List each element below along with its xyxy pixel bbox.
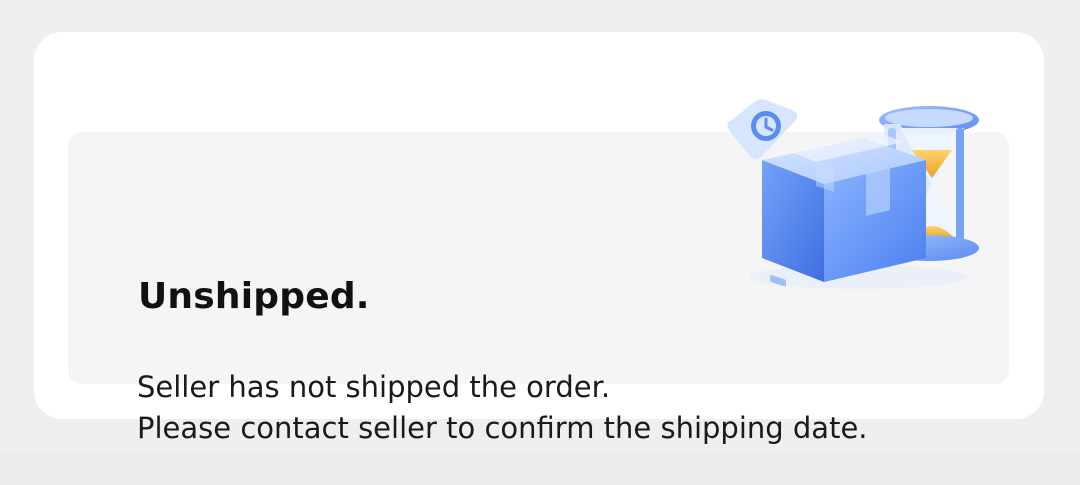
clock-icon [727,99,798,159]
package-box-icon [762,134,926,287]
unshipped-illustration [727,99,979,289]
status-message: Seller has not shipped the order. Please… [137,367,868,449]
page-bottom-band [0,452,1080,485]
status-title: Unshipped. [138,276,370,317]
status-message-line-1: Seller has not shipped the order. [137,370,611,404]
status-message-line-2: Please contact seller to confirm the shi… [137,411,868,445]
shipping-status-card: Unshipped. Seller has not shipped the or… [34,32,1044,445]
